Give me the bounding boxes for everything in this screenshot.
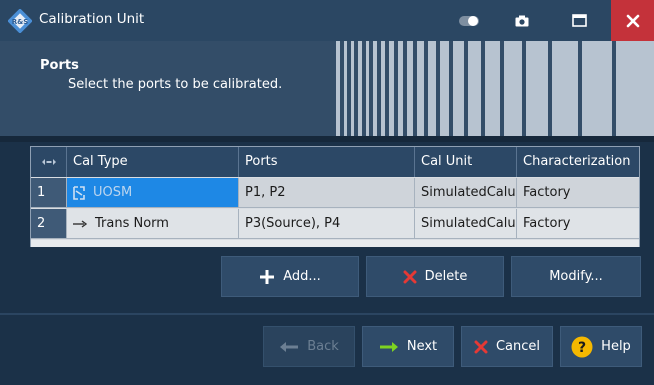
back-button[interactable]: Back xyxy=(263,326,355,367)
arrow-right-icon xyxy=(379,341,399,353)
svg-text:?: ? xyxy=(578,340,586,356)
column-resize-arrows-icon xyxy=(41,158,56,165)
maximize-button[interactable] xyxy=(557,0,601,41)
help-button[interactable]: ? Help xyxy=(560,326,642,367)
page-title: Ports xyxy=(40,58,79,73)
cal-unit-cell[interactable]: SimulatedCalu xyxy=(415,209,517,239)
screenshot-button[interactable] xyxy=(500,0,544,41)
arrow-right-icon xyxy=(73,219,87,228)
plus-icon xyxy=(259,269,275,285)
help-button-label: Help xyxy=(601,339,631,354)
modify-button-label: Modify... xyxy=(549,269,603,284)
wizard-header: Ports Select the ports to be calibrated. xyxy=(0,41,654,136)
help-question-icon: ? xyxy=(571,336,593,358)
camera-icon xyxy=(515,15,529,26)
maximize-icon xyxy=(571,14,587,27)
rohde-schwarz-logo-icon: R&S xyxy=(8,9,32,33)
cancel-x-icon xyxy=(474,340,488,354)
cancel-button-label: Cancel xyxy=(495,339,541,354)
back-button-label: Back xyxy=(307,339,339,354)
uosm-bracket-icon xyxy=(73,185,85,200)
arrow-left-icon xyxy=(279,341,299,353)
next-button[interactable]: Next xyxy=(362,326,454,367)
cancel-button[interactable]: Cancel xyxy=(461,326,553,367)
cal-type-cell[interactable]: Trans Norm xyxy=(67,209,239,239)
table-row[interactable]: 2 Trans Norm P3(Source), P4 SimulatedCal… xyxy=(31,209,639,239)
toggle-button[interactable] xyxy=(447,0,491,41)
svg-text:R&S: R&S xyxy=(12,18,29,26)
header-separator xyxy=(0,136,654,142)
table-row[interactable]: 1 UOSM P1, P2 SimulatedCalu Factory xyxy=(31,178,639,208)
ports-table: Cal Type Ports Cal Unit Characterization… xyxy=(30,146,640,247)
table-footer-strip xyxy=(31,240,639,247)
column-header-ports[interactable]: Ports xyxy=(239,147,415,177)
add-button-label: Add... xyxy=(283,269,321,284)
title-bar: R&S Calibration Unit xyxy=(0,0,654,41)
delete-button[interactable]: Delete xyxy=(366,256,504,297)
characterization-cell[interactable]: Factory xyxy=(517,209,639,239)
cal-unit-cell[interactable]: SimulatedCalu xyxy=(415,178,517,208)
characterization-cell[interactable]: Factory xyxy=(517,178,639,208)
row-index: 1 xyxy=(31,178,67,208)
ports-cell[interactable]: P3(Source), P4 xyxy=(239,209,415,239)
calibration-unit-window: R&S Calibration Unit Ports Select the po… xyxy=(0,0,654,385)
footer-divider xyxy=(0,313,654,315)
cal-type-label: Trans Norm xyxy=(95,216,169,231)
add-button[interactable]: Add... xyxy=(221,256,359,297)
toggle-switch-icon xyxy=(459,15,479,26)
column-header-cal-unit[interactable]: Cal Unit xyxy=(415,147,517,177)
page-subtitle: Select the ports to be calibrated. xyxy=(68,77,283,92)
cal-type-label: UOSM xyxy=(93,185,133,200)
delete-button-label: Delete xyxy=(424,269,468,284)
cal-type-cell[interactable]: UOSM xyxy=(67,178,239,208)
window-title: Calibration Unit xyxy=(39,11,145,27)
column-header-characterization[interactable]: Characterization xyxy=(517,147,639,177)
ports-cell[interactable]: P1, P2 xyxy=(239,178,415,208)
delete-x-icon xyxy=(403,270,417,284)
column-header-cal-type[interactable]: Cal Type xyxy=(67,147,239,177)
table-header: Cal Type Ports Cal Unit Characterization xyxy=(31,147,639,177)
close-button[interactable] xyxy=(611,0,654,41)
modify-button[interactable]: Modify... xyxy=(511,256,641,297)
close-icon xyxy=(626,14,639,27)
next-button-label: Next xyxy=(406,339,438,354)
row-index: 2 xyxy=(31,209,67,239)
header-stripes-decoration xyxy=(336,41,654,136)
index-column-header[interactable] xyxy=(31,147,67,177)
